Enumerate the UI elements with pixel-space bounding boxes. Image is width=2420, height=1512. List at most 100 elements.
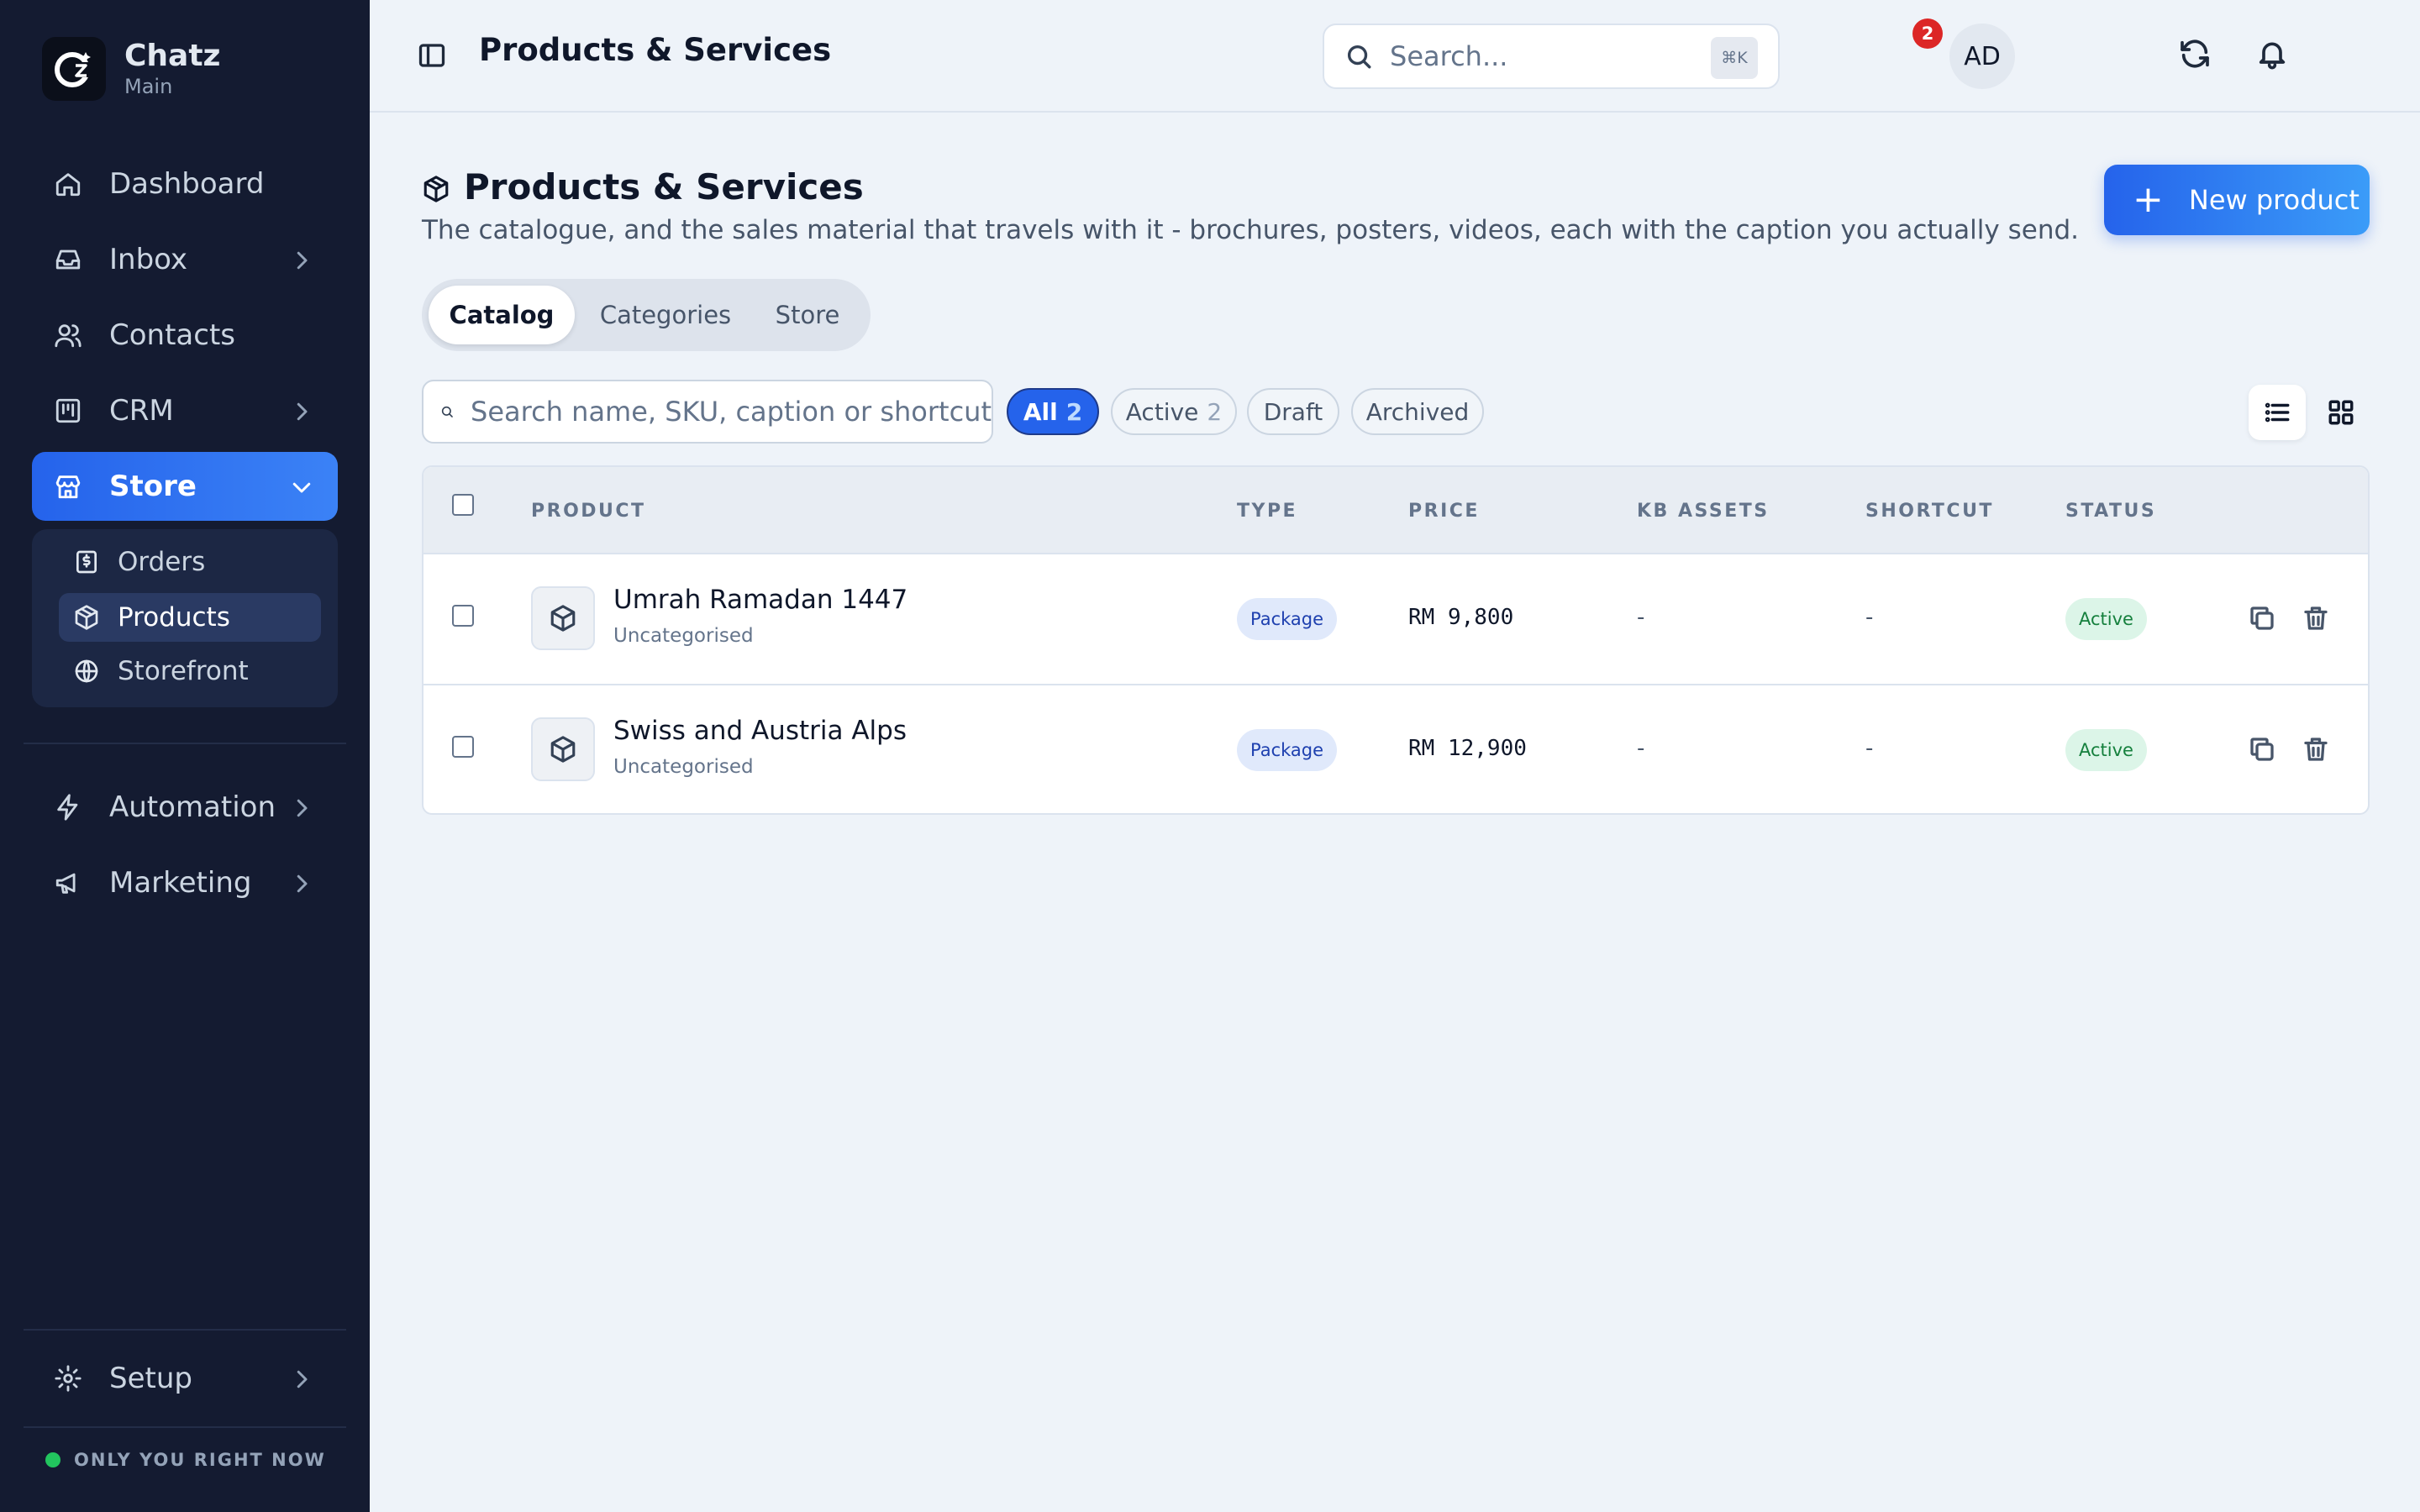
column-header-status[interactable]: STATUS [2065, 501, 2156, 522]
column-header-shortcut[interactable]: SHORTCUT [1865, 501, 1994, 522]
type-badge: Package [1237, 598, 1338, 640]
sidebar-item-setup[interactable]: Setup [32, 1344, 338, 1413]
chevron-right-icon [289, 1366, 314, 1391]
chevron-down-icon [289, 474, 314, 499]
subnav-item-storefront[interactable]: Storefront [59, 647, 321, 696]
search-placeholder: Search... [1390, 40, 1508, 72]
tab-categories[interactable]: Categories [587, 286, 744, 344]
users-icon [52, 319, 84, 351]
chip-count: 2 [1207, 397, 1223, 426]
product-name[interactable]: Swiss and Austria Alps [613, 716, 907, 746]
new-product-button[interactable]: + New product [2104, 165, 2370, 235]
filter-chip-archived[interactable]: Archived [1351, 388, 1484, 435]
row-checkbox[interactable] [452, 605, 474, 627]
product-category: Uncategorised [613, 756, 754, 778]
sidebar-divider [24, 743, 346, 744]
sidebar-divider [24, 1426, 346, 1428]
sidebar-item-marketing[interactable]: Marketing [32, 848, 338, 917]
store-icon [52, 470, 84, 502]
column-header-type[interactable]: TYPE [1237, 501, 1297, 522]
chip-label: Archived [1365, 397, 1470, 426]
table-row[interactable]: Swiss and Austria Alps Uncategorised Pac… [424, 685, 2368, 813]
subnav-item-label: Products [118, 602, 230, 633]
inbox-icon [52, 244, 84, 276]
megaphone-icon [52, 867, 84, 899]
sidebar-item-label: Dashboard [109, 167, 265, 201]
chip-label: All [1023, 397, 1058, 426]
sidebar: Chatz Main Dashboard Inbox Contacts CRM … [0, 0, 370, 1512]
search-shortcut: ⌘K [1711, 37, 1758, 79]
sidebar-item-label: Contacts [109, 318, 235, 352]
globe-icon [72, 657, 101, 685]
chevron-right-icon [289, 795, 314, 820]
table-row[interactable]: Umrah Ramadan 1447 Uncategorised Package… [424, 554, 2368, 685]
shortcut-value: - [1865, 605, 1874, 630]
product-price: RM 9,800 [1408, 605, 1514, 630]
product-name[interactable]: Umrah Ramadan 1447 [613, 585, 908, 615]
sidebar-toggle-icon[interactable] [417, 40, 447, 71]
duplicate-icon[interactable] [2247, 603, 2281, 637]
brand[interactable]: Chatz Main [42, 37, 221, 101]
chevron-right-icon [289, 398, 314, 423]
sidebar-item-crm[interactable]: CRM [32, 376, 338, 445]
tab-catalog[interactable]: Catalog [429, 286, 575, 344]
status-badge: Active [2065, 598, 2147, 640]
shortcut-value: - [1865, 736, 1874, 761]
chevron-right-icon [289, 870, 314, 895]
row-checkbox[interactable] [452, 736, 474, 758]
trash-icon[interactable] [2301, 603, 2334, 637]
sidebar-item-label: Marketing [109, 866, 252, 900]
column-header-kb-assets[interactable]: KB ASSETS [1637, 501, 1770, 522]
tab-store[interactable]: Store [751, 286, 864, 344]
sidebar-item-label: Automation [109, 790, 276, 824]
filter-chip-all[interactable]: All 2 [1007, 388, 1099, 435]
presence-text: ONLY YOU RIGHT NOW [74, 1450, 326, 1470]
online-dot-icon [45, 1452, 60, 1467]
page-breadcrumb-title: Products & Services [479, 32, 832, 68]
kb-assets-value: - [1637, 605, 1645, 630]
sidebar-item-contacts[interactable]: Contacts [32, 301, 338, 370]
product-category: Uncategorised [613, 625, 754, 647]
sidebar-item-automation[interactable]: Automation [32, 773, 338, 842]
products-table: PRODUCT TYPE PRICE KB ASSETS SHORTCUT ST… [422, 465, 2370, 815]
kanban-icon [52, 395, 84, 427]
trash-icon[interactable] [2301, 734, 2334, 768]
status-badge: Active [2065, 729, 2147, 771]
table-header: PRODUCT TYPE PRICE KB ASSETS SHORTCUT ST… [424, 467, 2368, 554]
sidebar-item-inbox[interactable]: Inbox [32, 225, 338, 294]
product-search-input[interactable]: Search name, SKU, caption or shortcut [422, 380, 993, 444]
sidebar-item-store[interactable]: Store [32, 452, 338, 521]
search-icon [441, 406, 453, 417]
subnav-item-orders[interactable]: Orders [59, 538, 321, 586]
bell-icon[interactable] [2255, 37, 2292, 74]
global-search-input[interactable]: Search... ⌘K [1323, 24, 1780, 89]
plus-icon: + [2133, 178, 2164, 221]
sidebar-item-dashboard[interactable]: Dashboard [32, 150, 338, 218]
sidebar-item-label: CRM [109, 394, 174, 428]
search-icon [1347, 45, 1371, 69]
avatar[interactable]: AD [1949, 24, 2015, 89]
duplicate-icon[interactable] [2247, 734, 2281, 768]
lightning-icon [52, 791, 84, 823]
select-all-checkbox[interactable] [452, 494, 474, 516]
box-icon [422, 175, 450, 203]
notification-badge: 2 [1912, 18, 1943, 49]
tab-bar: Catalog Categories Store [422, 279, 871, 351]
product-search-placeholder: Search name, SKU, caption or shortcut [471, 396, 992, 428]
subnav-item-products[interactable]: Products [59, 593, 321, 642]
list-view-icon[interactable] [2249, 385, 2306, 440]
gear-icon [52, 1362, 84, 1394]
presence-status: ONLY YOU RIGHT NOW [45, 1450, 326, 1470]
filter-chip-active[interactable]: Active 2 [1111, 388, 1237, 435]
page-title: Products & Services [464, 166, 864, 207]
box-icon [72, 603, 101, 632]
home-icon [52, 168, 84, 200]
column-header-product[interactable]: PRODUCT [531, 501, 646, 522]
grid-view-icon[interactable] [2312, 385, 2370, 440]
refresh-icon[interactable] [2178, 37, 2215, 74]
column-header-price[interactable]: PRICE [1408, 501, 1480, 522]
box-icon [531, 717, 595, 781]
filter-chip-draft[interactable]: Draft [1247, 388, 1339, 435]
chip-count: 2 [1065, 397, 1083, 426]
workspace-name: Main [124, 75, 173, 98]
